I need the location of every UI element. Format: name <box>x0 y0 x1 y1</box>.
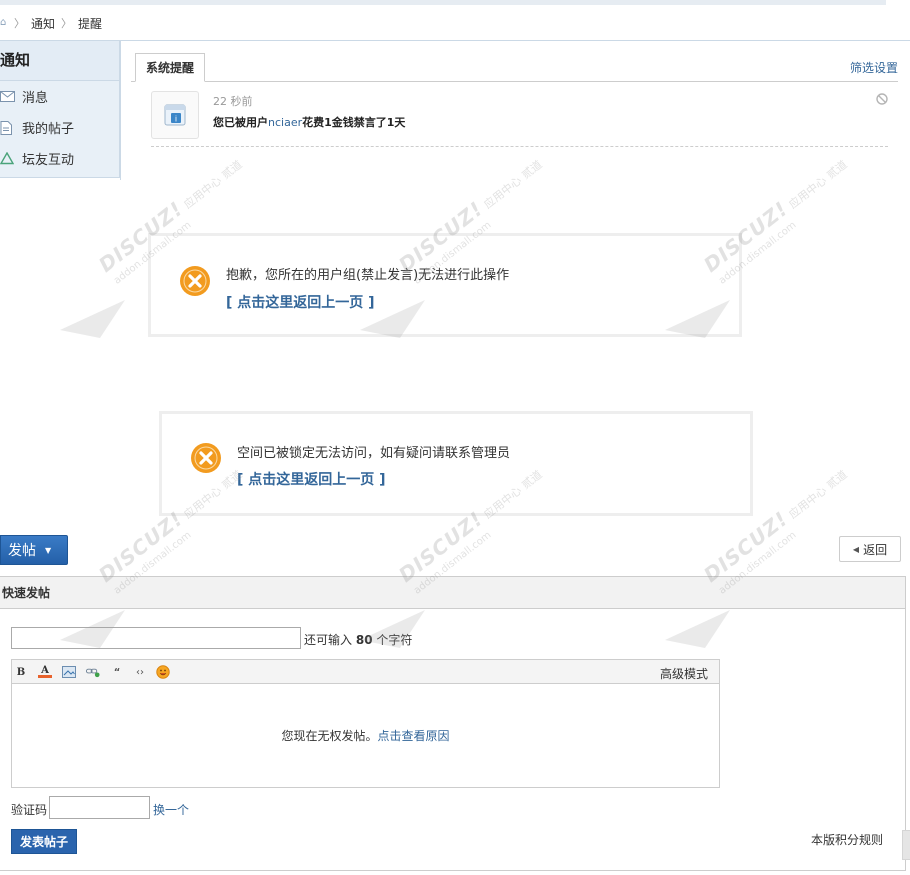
captcha-refresh-link[interactable]: 换一个 <box>153 801 189 818</box>
error-box: 空间已被锁定无法访问，如有疑问请联系管理员 [ 点击这里返回上一页 ] <box>159 411 753 516</box>
breadcrumb-separator: 〉 <box>14 17 25 30</box>
notice-tabs: 系统提醒 筛选设置 <box>131 53 898 82</box>
editor-toolbar: B A “ ‹› 高级模式 <box>12 660 719 684</box>
filter-settings-link[interactable]: 筛选设置 <box>850 59 898 76</box>
error-icon <box>190 442 222 474</box>
watermark-arrow-icon <box>60 300 125 338</box>
captcha-input[interactable] <box>49 796 150 819</box>
error-icon <box>179 265 211 297</box>
sidebar-item-label: 消息 <box>22 91 49 106</box>
error-message: 空间已被锁定无法访问，如有疑问请联系管理员 <box>237 446 511 461</box>
bold-icon[interactable]: B <box>14 665 28 679</box>
smiley-icon[interactable] <box>156 665 170 679</box>
back-link[interactable]: [ 点击这里返回上一页 ] <box>226 292 375 312</box>
breadcrumb-separator: 〉 <box>61 17 73 30</box>
submit-post-button[interactable]: 发表帖子 <box>11 829 77 854</box>
error-message: 抱歉，您所在的用户组(禁止发言)无法进行此操作 <box>226 268 510 283</box>
char-count-value: 80 <box>355 633 373 647</box>
image-icon[interactable] <box>62 665 76 679</box>
font-color-icon[interactable]: A <box>38 665 52 678</box>
new-post-label: 发帖 <box>8 543 36 559</box>
sidebar-item-interaction[interactable]: 坛友互动 <box>0 143 119 174</box>
char-count-suffix: 个字符 <box>376 633 413 647</box>
notice-text: 您已被用户nciaer花费1金钱禁言了1天 <box>213 114 405 130</box>
arrow-left-icon: ◀ <box>852 544 860 554</box>
top-bar <box>0 0 886 5</box>
error-box: 抱歉，您所在的用户组(禁止发言)无法进行此操作 [ 点击这里返回上一页 ] <box>148 233 742 337</box>
no-permission-text: 您现在无权发帖。 <box>281 729 378 743</box>
back-link[interactable]: [ 点击这里返回上一页 ] <box>237 469 386 489</box>
ignore-icon[interactable] <box>876 93 888 105</box>
notice-sidebar: 通知 消息 我的帖子 坛友互动 <box>0 40 120 178</box>
quick-post-panel: 快速发帖 还可输入 80 个字符 B A “ ‹› 高级模式 您现在无权发帖。点… <box>0 576 906 871</box>
advanced-mode-link[interactable]: 高级模式 <box>660 665 708 682</box>
notice-text-prefix: 您已被用户 <box>213 116 268 129</box>
notice-item: i 22 秒前 您已被用户nciaer花费1金钱禁言了1天 <box>151 91 888 147</box>
post-title-input[interactable] <box>11 627 301 649</box>
no-permission-message: 您现在无权发帖。点击查看原因 <box>12 727 719 744</box>
breadcrumb-item-notice[interactable]: 通知 <box>31 15 55 32</box>
post-editor[interactable]: B A “ ‹› 高级模式 您现在无权发帖。点击查看原因 <box>11 659 720 788</box>
svg-text:i: i <box>175 115 177 124</box>
notice-panel: 系统提醒 筛选设置 i 22 秒前 您已被用户nciaer花费1金钱禁言了1天 <box>120 40 910 180</box>
back-button[interactable]: ◀ 返回 <box>839 536 901 562</box>
char-count: 还可输入 80 个字符 <box>304 631 412 648</box>
tab-system-reminder[interactable]: 系统提醒 <box>135 53 206 82</box>
envelope-icon <box>0 91 18 102</box>
view-reason-link[interactable]: 点击查看原因 <box>378 729 450 743</box>
sidebar-item-my-posts[interactable]: 我的帖子 <box>0 112 119 143</box>
chevron-down-icon: ▼ <box>45 545 52 555</box>
sidebar-item-label: 坛友互动 <box>22 153 75 168</box>
back-label: 返回 <box>863 542 888 557</box>
quick-post-header: 快速发帖 <box>0 577 905 609</box>
breadcrumb-item-reminder[interactable]: 提醒 <box>78 15 102 32</box>
recycle-icon <box>0 152 18 165</box>
sidebar-item-label: 我的帖子 <box>22 122 75 137</box>
sidebar-title: 通知 <box>0 41 119 81</box>
captcha-label: 验证码 <box>11 803 48 817</box>
breadcrumb: ⌂ 〉 通知 〉 提醒 <box>0 14 102 32</box>
char-count-prefix: 还可输入 <box>304 633 353 647</box>
forum-rules-link[interactable]: 本版积分规则 <box>811 831 883 848</box>
notice-text-suffix: 花费1金钱禁言了1天 <box>302 116 406 129</box>
notice-time: 22 秒前 <box>213 95 253 108</box>
new-post-button[interactable]: 发帖 ▼ <box>0 535 68 565</box>
notice-user-link[interactable]: nciaer <box>268 116 302 129</box>
system-notice-icon: i <box>151 91 199 139</box>
code-icon[interactable]: ‹› <box>133 665 147 679</box>
home-icon[interactable]: ⌂ <box>0 18 8 28</box>
side-scroll-tab[interactable] <box>902 830 910 860</box>
document-icon <box>0 120 18 135</box>
link-icon[interactable] <box>86 665 100 679</box>
sidebar-item-messages[interactable]: 消息 <box>0 81 119 112</box>
quote-icon[interactable]: “ <box>110 665 124 679</box>
